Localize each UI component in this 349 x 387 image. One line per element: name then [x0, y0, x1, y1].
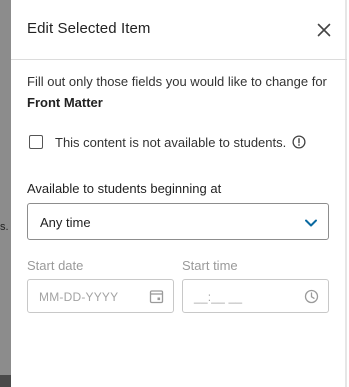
not-available-label[interactable]: This content is not available to student…: [55, 135, 286, 150]
dialog-title: Edit Selected Item: [27, 20, 151, 37]
item-name: Front Matter: [27, 95, 103, 110]
edit-item-dialog: Edit Selected Item Fill out only those f…: [11, 0, 347, 387]
clock-icon[interactable]: [304, 289, 319, 309]
start-time-label: Start time: [182, 258, 238, 273]
not-available-option: This content is not available to student…: [29, 133, 306, 151]
backdrop-text-fragment: s.: [0, 221, 9, 233]
availability-label: Available to students beginning at: [27, 181, 222, 196]
close-button[interactable]: [315, 21, 333, 39]
page-backdrop: s.: [0, 0, 11, 387]
start-date-label: Start date: [27, 258, 84, 273]
chevron-down-icon: [304, 216, 318, 234]
backdrop-bottom-strip: [0, 375, 11, 387]
dialog-header: Edit Selected Item: [11, 0, 347, 60]
intro-text: Fill out only those fields you would lik…: [27, 74, 327, 89]
info-circle-icon[interactable]: [292, 135, 306, 149]
start-date-field[interactable]: MM-DD-YYYY: [27, 279, 174, 313]
calendar-icon[interactable]: [149, 289, 164, 309]
start-time-placeholder: __:__ __: [194, 290, 243, 304]
start-time-field[interactable]: __:__ __: [182, 279, 329, 313]
availability-select[interactable]: Any time: [27, 203, 329, 240]
close-icon: [317, 23, 331, 37]
availability-selected-value: Any time: [40, 215, 91, 230]
start-date-placeholder: MM-DD-YYYY: [39, 290, 119, 304]
dialog-intro: Fill out only those fields you would lik…: [27, 71, 337, 113]
screen: s. Edit Selected Item Fill out only thos…: [0, 0, 349, 387]
not-available-checkbox[interactable]: [29, 135, 43, 149]
